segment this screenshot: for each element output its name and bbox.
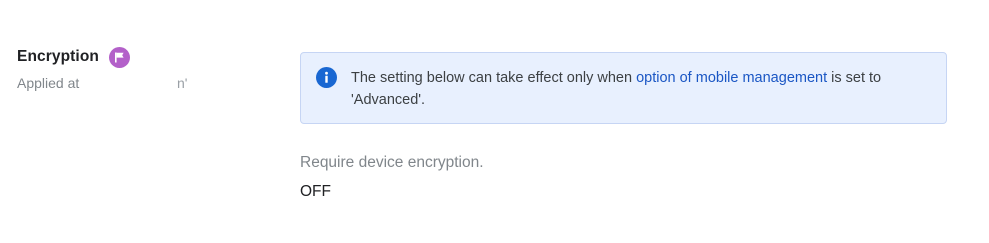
setting-header: Encryption — [17, 46, 130, 68]
applied-at-value: n' — [177, 75, 188, 91]
applied-at-label: Applied at — [17, 75, 80, 91]
settings-page: Encryption Applied at n' The setting bel… — [0, 0, 989, 243]
flag-icon — [108, 46, 130, 68]
info-text: The setting below can take effect only w… — [351, 67, 931, 111]
info-icon — [316, 67, 337, 88]
setting-title: Encryption — [17, 48, 99, 65]
requirement-label: Require device encryption. — [300, 154, 484, 171]
applied-at: Applied at n' — [17, 75, 192, 93]
info-text-before: The setting below can take effect only w… — [351, 70, 637, 86]
mobile-management-link[interactable]: option of mobile management — [636, 70, 827, 86]
info-banner: The setting below can take effect only w… — [300, 52, 947, 124]
requirement-value: OFF — [300, 183, 331, 200]
